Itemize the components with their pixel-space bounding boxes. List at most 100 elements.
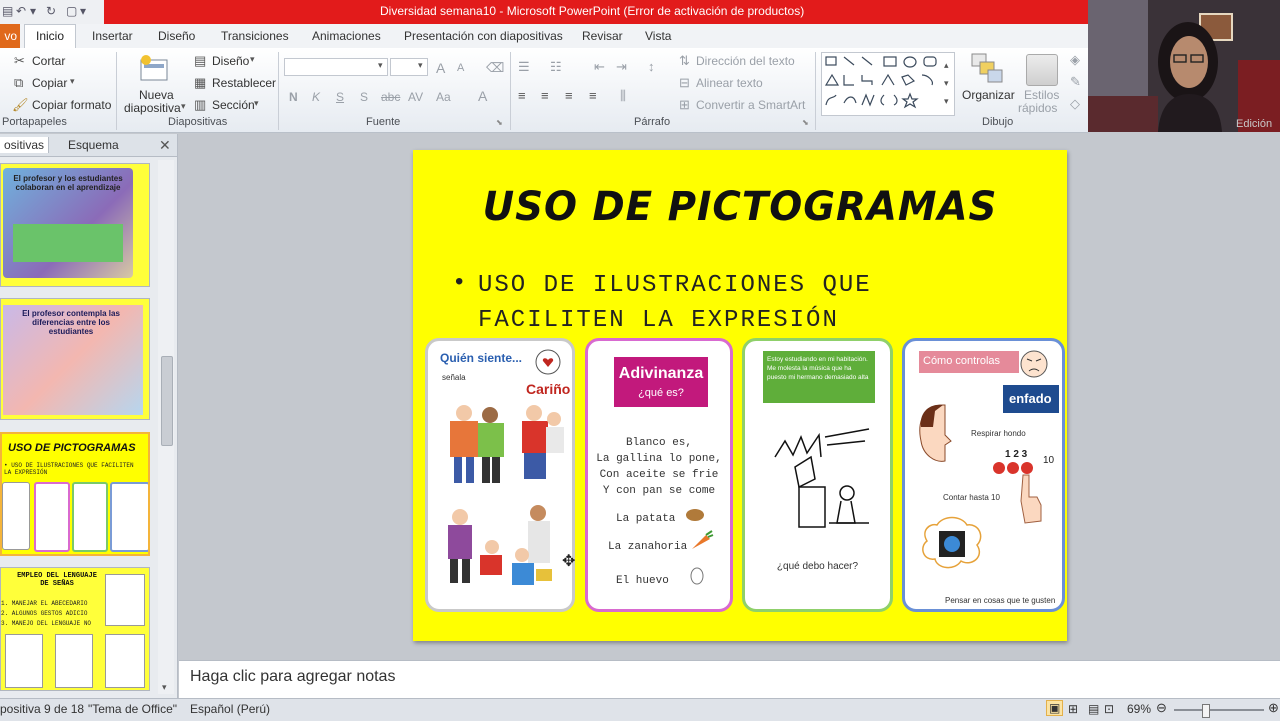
new-slide-dropdown-icon[interactable]: ▾ (181, 101, 186, 112)
arrange-icon[interactable] (970, 52, 1004, 84)
arrange-button[interactable]: Organizar (962, 88, 1015, 102)
font-color-button[interactable]: A (478, 88, 487, 104)
copy-dropdown-icon[interactable]: ▾ (70, 76, 75, 87)
underline-button[interactable]: S (336, 90, 344, 104)
zoom-slider-thumb[interactable] (1202, 704, 1210, 718)
tab-inicio[interactable]: Inicio (24, 24, 76, 48)
bullet-text-line-2[interactable]: FACILITEN LA EXPRESIÓN (478, 307, 839, 334)
quick-styles-icon[interactable] (1026, 54, 1058, 86)
quick-styles-label-2[interactable]: rápidos (1018, 101, 1057, 115)
align-text-button[interactable]: Alinear texto (696, 76, 763, 90)
align-center-icon[interactable]: ≡ (541, 88, 549, 103)
cut-button[interactable]: Cortar (32, 54, 65, 68)
slide-thumbnail-8[interactable]: El profesor contempla las diferencias en… (0, 298, 150, 420)
reset-button[interactable]: Restablecer (212, 76, 276, 90)
shapes-scroll-up-icon[interactable]: ▴ (944, 60, 949, 71)
slide-sorter-icon[interactable]: ⊞ (1068, 702, 1078, 716)
new-slide-label-1[interactable]: Nueva (139, 88, 174, 102)
layout-button[interactable]: Diseño (212, 54, 249, 68)
emotion-label: enfado (1009, 391, 1052, 406)
shapes-scroll-down-icon[interactable]: ▾ (944, 78, 949, 89)
decrease-indent-icon[interactable]: ⇤ (594, 59, 605, 75)
shapes-more-icon[interactable]: ▾ (944, 96, 949, 107)
slide-thumbnail-9[interactable]: USO DE PICTOGRAMAS • USO DE ILUSTRACIONE… (0, 432, 150, 556)
justify-icon[interactable]: ≡ (589, 88, 597, 103)
bullet-text-line-1[interactable]: USO DE ILUSTRACIONES QUE (478, 272, 872, 299)
customize-qat-icon[interactable]: ▾ (80, 4, 86, 18)
pictogram-card-situation[interactable]: Estoy estudiando en mi habitación. Me mo… (742, 338, 893, 612)
tab-transiciones[interactable]: Transiciones (221, 29, 289, 43)
new-slide-icon[interactable] (138, 54, 170, 84)
italic-button[interactable]: K (312, 90, 320, 104)
theme-name[interactable]: "Tema de Office" (88, 702, 177, 716)
new-slide-label-2[interactable]: diapositiva (124, 101, 181, 115)
shape-effects-icon[interactable]: ◇ (1070, 96, 1080, 112)
move-cursor-icon: ✥ (562, 553, 576, 570)
zoom-slider[interactable] (1174, 704, 1264, 718)
bold-button[interactable]: N (289, 90, 298, 104)
paragraph-dialog-launcher-icon[interactable]: ⬊ (802, 118, 809, 127)
shapes-gallery[interactable] (821, 52, 955, 116)
font-dialog-launcher-icon[interactable]: ⬊ (496, 118, 503, 127)
font-size-dropdown-icon[interactable]: ▾ (418, 60, 423, 71)
slide-thumbnail-10[interactable]: EMPLEO DEL LENGUAJE DE SEÑAS 1. MANEJAR … (0, 567, 150, 691)
slide-thumbnail-7[interactable]: El profesor y los estudiantes colaboran … (0, 163, 150, 287)
undo-dropdown-icon[interactable]: ▾ (30, 4, 36, 18)
char-spacing-button[interactable]: AV (408, 90, 423, 104)
slideshow-icon[interactable]: ⊡ (1104, 702, 1114, 716)
columns-icon[interactable]: ⫼ (620, 88, 626, 104)
shape-fill-icon[interactable]: ◈ (1070, 52, 1080, 68)
pictogram-card-feelings[interactable]: Quién siente... señala Cariño (425, 338, 575, 612)
scrollbar-thumb[interactable] (161, 356, 173, 446)
layout-dropdown-icon[interactable]: ▾ (250, 54, 255, 65)
tab-file[interactable]: vo (0, 24, 20, 48)
scroll-down-icon[interactable]: ▾ (162, 682, 167, 693)
save-icon[interactable]: ▤ (2, 4, 13, 18)
change-case-button[interactable]: Aa (436, 90, 451, 104)
font-name-dropdown-icon[interactable]: ▾ (378, 60, 383, 71)
numbering-icon[interactable]: ☷ (550, 59, 562, 75)
strikethrough-button[interactable]: abc (381, 90, 400, 104)
font-name-select[interactable] (284, 58, 388, 76)
tab-slides[interactable]: ositivas (0, 137, 50, 153)
zoom-out-icon[interactable]: ⊖ (1156, 700, 1167, 716)
align-right-icon[interactable]: ≡ (565, 88, 573, 103)
section-button[interactable]: Sección (212, 98, 255, 112)
convert-smartart-button[interactable]: Convertir a SmartArt (696, 98, 805, 112)
shrink-font-button[interactable]: A (457, 62, 464, 74)
shadow-button[interactable]: S (360, 90, 368, 104)
tab-animaciones[interactable]: Animaciones (312, 29, 381, 43)
tab-insertar[interactable]: Insertar (92, 29, 133, 43)
section-dropdown-icon[interactable]: ▾ (254, 98, 259, 109)
tab-outline[interactable]: Esquema (68, 138, 119, 152)
panel-scrollbar[interactable]: ▾ (158, 160, 174, 694)
text-direction-button[interactable]: Dirección del texto (696, 54, 795, 68)
shape-outline-icon[interactable]: ✎ (1070, 74, 1081, 90)
tab-vista[interactable]: Vista (645, 29, 671, 43)
normal-view-icon[interactable]: ▣ (1046, 700, 1064, 716)
format-painter-button[interactable]: Copiar formato (32, 98, 111, 112)
quick-styles-label-1[interactable]: Estilos (1024, 88, 1059, 102)
new-file-icon[interactable]: ▢ (66, 4, 77, 18)
pictogram-card-riddle[interactable]: Adivinanza ¿qué es? Blanco es, La gallin… (585, 338, 733, 612)
slide-title[interactable]: USO DE PICTOGRAMAS (423, 184, 1057, 230)
redo-icon[interactable]: ↻ (46, 4, 56, 18)
bullets-icon[interactable]: ☰ (518, 59, 530, 75)
reading-view-icon[interactable]: ▤ (1088, 702, 1099, 716)
zoom-in-icon[interactable]: ⊕ (1268, 700, 1279, 716)
tab-diseno[interactable]: Diseño (158, 29, 195, 43)
line-spacing-icon[interactable]: ↕ (648, 59, 655, 74)
tab-revisar[interactable]: Revisar (582, 29, 623, 43)
tab-presentacion[interactable]: Presentación con diapositivas (404, 29, 563, 43)
zoom-level[interactable]: 69% (1127, 702, 1151, 716)
close-panel-icon[interactable]: ✕ (159, 137, 171, 154)
undo-icon[interactable]: ↶ (16, 4, 26, 18)
language-status[interactable]: Español (Perú) (190, 702, 270, 716)
copy-button[interactable]: Copiar (32, 76, 67, 90)
notes-placeholder[interactable]: Haga clic para agregar notas (190, 668, 395, 686)
pictogram-card-anger[interactable]: Cómo controlas enfado Respirar hondo 1 2… (902, 338, 1065, 612)
clear-format-icon[interactable]: ⌫ (486, 60, 504, 76)
align-left-icon[interactable]: ≡ (518, 88, 526, 103)
increase-indent-icon[interactable]: ⇥ (616, 59, 627, 75)
grow-font-button[interactable]: A (436, 60, 445, 76)
